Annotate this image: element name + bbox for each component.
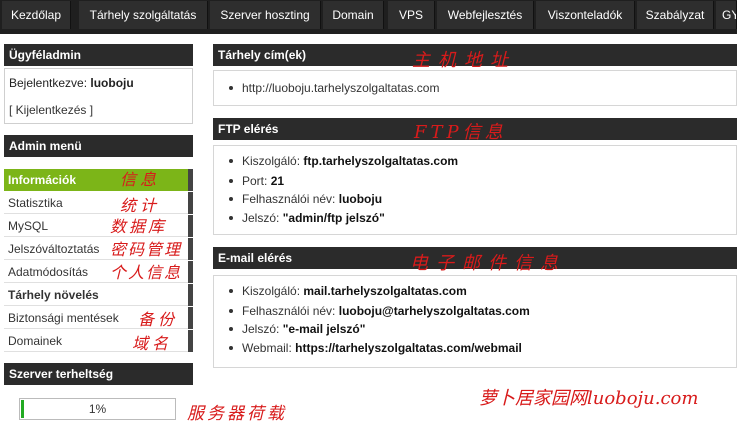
ftp-user-value: luoboju [338, 192, 383, 206]
annotation-ftp: FTP信息 [414, 122, 507, 143]
email-password-row: Jelszó: "e-mail jelszó" [228, 320, 366, 338]
menu-item-label: Statisztika [8, 196, 63, 210]
annotation-email: 电子邮件信息 [410, 253, 566, 274]
tab-webfejlesztes[interactable]: Webfejlesztés [437, 1, 534, 29]
ftp-server-value: ftp.tarhelyszolgaltatas.com [303, 154, 459, 168]
tab-gyik-partial[interactable]: GY [716, 1, 737, 29]
menu-item-marker [188, 330, 193, 352]
menu-item-tarhely-noveles[interactable]: Tárhely növelés [4, 284, 193, 306]
menu-item-marker [188, 307, 193, 329]
ftp-server-row: Kiszolgáló: ftp.tarhelyszolgaltatas.com [228, 152, 459, 170]
menu-item-label: MySQL [8, 219, 49, 233]
menu-item-label: Adatmódosítás [8, 265, 89, 279]
email-server-value: mail.tarhelyszolgaltatas.com [303, 284, 467, 298]
annotation-domains: 域名 [132, 334, 173, 353]
annotation-hosting: 主机地址 [412, 50, 516, 71]
logged-in-line: Bejelentkezve: luoboju [9, 76, 134, 90]
menu-item-marker [188, 238, 193, 260]
annotation-profile: 个人信息 [110, 263, 183, 282]
tab-viszonteladok[interactable]: Viszonteladók [536, 1, 635, 29]
webmail-label: Webmail: [242, 341, 292, 355]
menu-item-label: Domainek [8, 334, 63, 348]
webmail-url[interactable]: https://tarhelyszolgaltatas.com/webmail [295, 341, 522, 355]
ftp-password-label: Jelszó: [242, 211, 280, 225]
menu-item-marker [188, 192, 193, 214]
annotation-mysql: 数据库 [110, 217, 168, 236]
ftp-server-label: Kiszolgáló: [242, 154, 301, 168]
email-user-row: Felhasználói név: luoboju@tarhelyszolgal… [229, 302, 530, 320]
annotation-info: 信息 [120, 170, 161, 189]
email-server-label: Kiszolgáló: [242, 284, 301, 298]
ftp-user-row: Felhasználói név: luoboju [228, 190, 383, 208]
email-password-label: Jelszó: [242, 322, 280, 336]
menu-item-marker [188, 284, 193, 306]
ftp-port-row: Port: 21 [228, 172, 285, 190]
menu-item-marker [188, 169, 193, 191]
ftp-password-value: "admin/ftp jelszó" [282, 211, 385, 225]
server-load-progress: 1% [19, 398, 176, 420]
menu-item-marker [188, 215, 193, 237]
logged-in-label: Bejelentkezve: [9, 76, 88, 90]
menu-item-label: Információk [8, 173, 77, 187]
client-info-box: Bejelentkezve: luoboju [ Kijelentkezés ] [4, 68, 193, 124]
ftp-port-label: Port: [242, 174, 268, 188]
username: luoboju [90, 76, 134, 90]
logout-link[interactable]: [ Kijelentkezés ] [9, 103, 93, 117]
admin-menu-header: Admin menü [4, 135, 193, 157]
watermark: 萝卜居家园网luoboju.com [479, 388, 699, 409]
annotation-backup: 备份 [138, 310, 179, 329]
email-password-value: "e-mail jelszó" [282, 322, 366, 336]
hosting-url[interactable]: http://luoboju.tarhelyszolgaltatas.com [242, 81, 439, 95]
menu-item-statisztika[interactable]: Statisztika [4, 192, 193, 214]
menu-item-informaciok[interactable]: Információk [4, 169, 193, 191]
tab-vps[interactable]: VPS [388, 1, 435, 29]
email-user-label: Felhasználói név: [242, 304, 336, 318]
top-navigation: Kezdőlap Tárhely szolgáltatás Szerver ho… [0, 0, 737, 34]
annotation-server-load: 服务器荷载 [187, 404, 287, 424]
client-admin-header: Ügyféladmin [4, 44, 193, 66]
annotation-password: 密码管理 [110, 240, 183, 259]
menu-item-marker [188, 261, 193, 283]
email-server-row: Kiszolgáló: mail.tarhelyszolgaltatas.com [229, 282, 467, 300]
menu-item-label: Biztonsági mentések [8, 311, 119, 325]
menu-item-label: Tárhely növelés [8, 288, 99, 302]
tab-szabalyzat[interactable]: Szabályzat [637, 1, 714, 29]
ftp-password-row: Jelszó: "admin/ftp jelszó" [229, 209, 385, 227]
webmail-row: Webmail: https://tarhelyszolgaltatas.com… [229, 339, 522, 357]
menu-item-label: Jelszóváltoztatás [8, 242, 100, 256]
email-user-value: luoboju@tarhelyszolgaltatas.com [338, 304, 530, 318]
tab-domain[interactable]: Domain [323, 1, 384, 29]
hosting-url-row: http://luoboju.tarhelyszolgaltatas.com [228, 79, 439, 97]
tab-szerver-hoszting[interactable]: Szerver hoszting [210, 1, 321, 29]
ftp-port-value: 21 [270, 174, 285, 188]
server-load-value: 1% [88, 402, 107, 416]
server-load-header: Szerver terheltség [4, 363, 193, 385]
tab-kezdolap[interactable]: Kezdőlap [2, 1, 71, 29]
tab-tarhely-szolgaltatas[interactable]: Tárhely szolgáltatás [79, 1, 208, 29]
ftp-user-label: Felhasználói név: [242, 192, 336, 206]
